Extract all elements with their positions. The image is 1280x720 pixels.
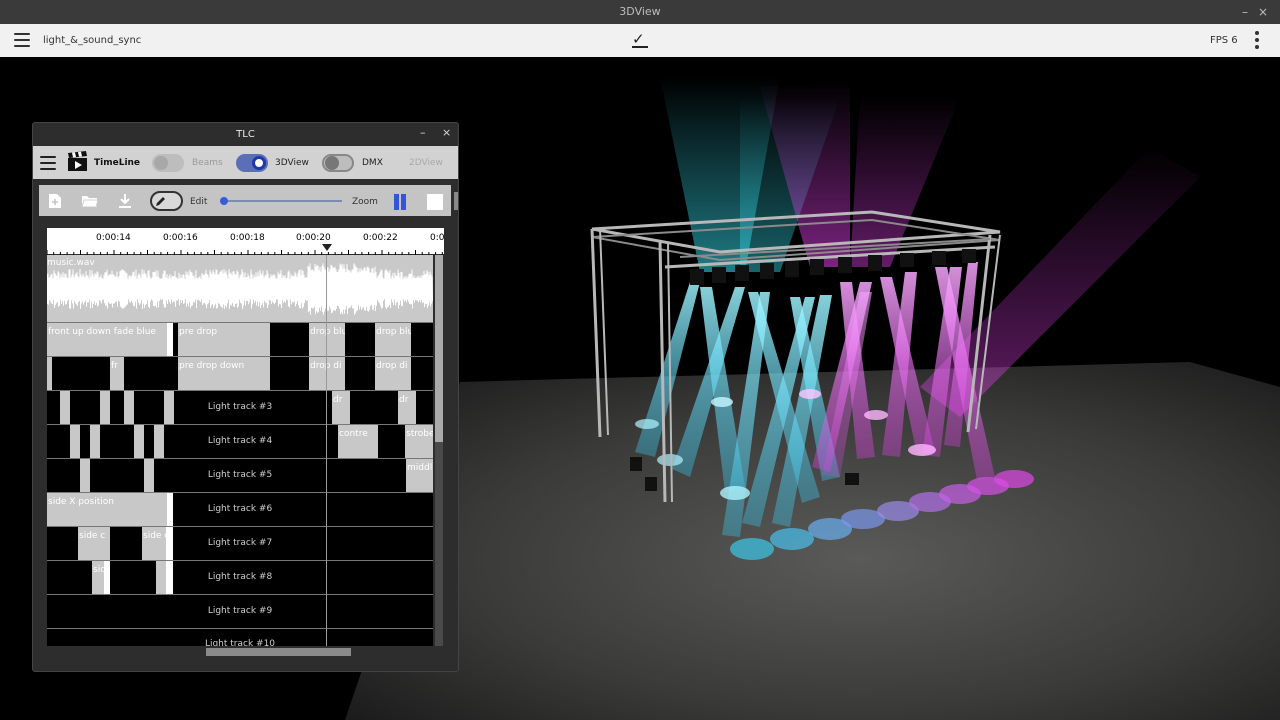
stop-button[interactable] <box>427 194 443 210</box>
track-label: Light track #10 <box>204 639 276 646</box>
pencil-icon <box>156 197 165 206</box>
clip[interactable]: contre <box>338 425 378 458</box>
timeline-label[interactable]: TimeLine <box>94 158 140 168</box>
beams-label: Beams <box>192 158 223 168</box>
vertical-scrollbar-thumb[interactable] <box>435 255 443 442</box>
tick-label: 0:00:20 <box>296 233 331 243</box>
clip[interactable]: middl <box>406 459 433 492</box>
tlc-hamburger-menu-icon[interactable] <box>40 156 56 170</box>
clip[interactable]: drop di <box>375 357 411 390</box>
clip[interactable] <box>60 391 70 424</box>
window-title: 3DView <box>619 5 661 18</box>
tick-label: 0:00:22 <box>363 233 398 243</box>
tlc-title: TLC <box>236 129 255 140</box>
clapperboard-icon <box>68 151 87 171</box>
track-label: Light track #4 <box>207 436 273 446</box>
track-label: Light track #3 <box>207 402 273 412</box>
tlc-minimize-icon[interactable]: – <box>420 126 426 139</box>
minimize-icon[interactable]: – <box>1242 0 1248 24</box>
track-divider <box>47 628 433 629</box>
audio-track[interactable] <box>46 255 433 322</box>
clip[interactable]: sid <box>92 561 104 594</box>
track-divider <box>47 458 433 459</box>
track-label: Light track #5 <box>207 470 273 480</box>
3dview-label: 3DView <box>275 158 309 168</box>
tick-label: 0:00:14 <box>96 233 131 243</box>
clip[interactable]: strobe <box>405 425 433 458</box>
playhead-marker[interactable] <box>322 244 332 251</box>
zoom-label: Zoom <box>352 197 378 207</box>
checkmark-underline <box>632 46 648 48</box>
clip[interactable] <box>124 391 134 424</box>
clip[interactable] <box>70 425 80 458</box>
clip[interactable]: pre drop down <box>178 357 270 390</box>
tlc-close-icon[interactable]: × <box>442 126 451 139</box>
3dview-toggle[interactable] <box>236 154 268 172</box>
clip[interactable] <box>80 459 90 492</box>
clip[interactable] <box>100 391 110 424</box>
fps-counter: FPS 6 <box>1210 35 1238 46</box>
clip[interactable] <box>90 425 100 458</box>
track-label: Light track #7 <box>207 538 273 548</box>
audio-track-label: music.wav <box>47 258 95 268</box>
clip[interactable] <box>134 425 144 458</box>
clip[interactable]: pre drop <box>178 323 270 356</box>
edit-toggle[interactable] <box>150 191 183 211</box>
clip[interactable]: drop blu <box>375 323 411 356</box>
beams-toggle[interactable] <box>152 154 184 172</box>
clip[interactable]: dr <box>398 391 416 424</box>
close-icon[interactable]: × <box>1258 0 1268 24</box>
clip[interactable] <box>104 561 110 594</box>
clip[interactable] <box>167 323 173 356</box>
audio-waveform <box>46 263 433 315</box>
clip[interactable]: drop di <box>309 357 345 390</box>
download-icon[interactable] <box>117 193 133 209</box>
dmx-toggle[interactable] <box>322 154 354 172</box>
project-name: light_&_sound_sync <box>43 35 142 46</box>
pause-button[interactable] <box>392 194 408 210</box>
hamburger-menu-icon[interactable] <box>14 33 30 47</box>
clip[interactable] <box>47 357 52 390</box>
2dview-tab[interactable]: 2DView <box>409 158 443 168</box>
tick-label: 0:00:18 <box>230 233 265 243</box>
track-label: Light track #8 <box>207 572 273 582</box>
track-divider <box>47 594 433 595</box>
zoom-slider-handle[interactable] <box>220 197 228 205</box>
toolbar-scrollbar[interactable] <box>454 192 458 210</box>
open-folder-icon[interactable] <box>81 194 99 208</box>
window-title-bar: 3DView – × <box>0 0 1280 24</box>
tick-label: 0:00:16 <box>163 233 198 243</box>
more-options-icon[interactable] <box>1254 31 1260 51</box>
clip[interactable]: dr <box>332 391 350 424</box>
zoom-slider[interactable] <box>222 200 342 202</box>
horizontal-scrollbar-thumb[interactable] <box>206 648 351 656</box>
clip[interactable]: side c <box>78 527 110 560</box>
clip[interactable]: side X position <box>47 493 167 526</box>
tick-label: 0:0 <box>430 233 444 243</box>
clip[interactable]: front up down fade blue <box>47 323 167 356</box>
track-label: Light track #6 <box>207 504 273 514</box>
dmx-label: DMX <box>362 158 383 168</box>
playhead-line <box>326 255 327 646</box>
clip[interactable]: fr <box>110 357 124 390</box>
clip[interactable]: drop blu <box>309 323 345 356</box>
track-label: Light track #9 <box>207 606 273 616</box>
new-file-icon[interactable] <box>48 193 62 209</box>
edit-label: Edit <box>190 197 208 207</box>
clip[interactable] <box>144 459 154 492</box>
